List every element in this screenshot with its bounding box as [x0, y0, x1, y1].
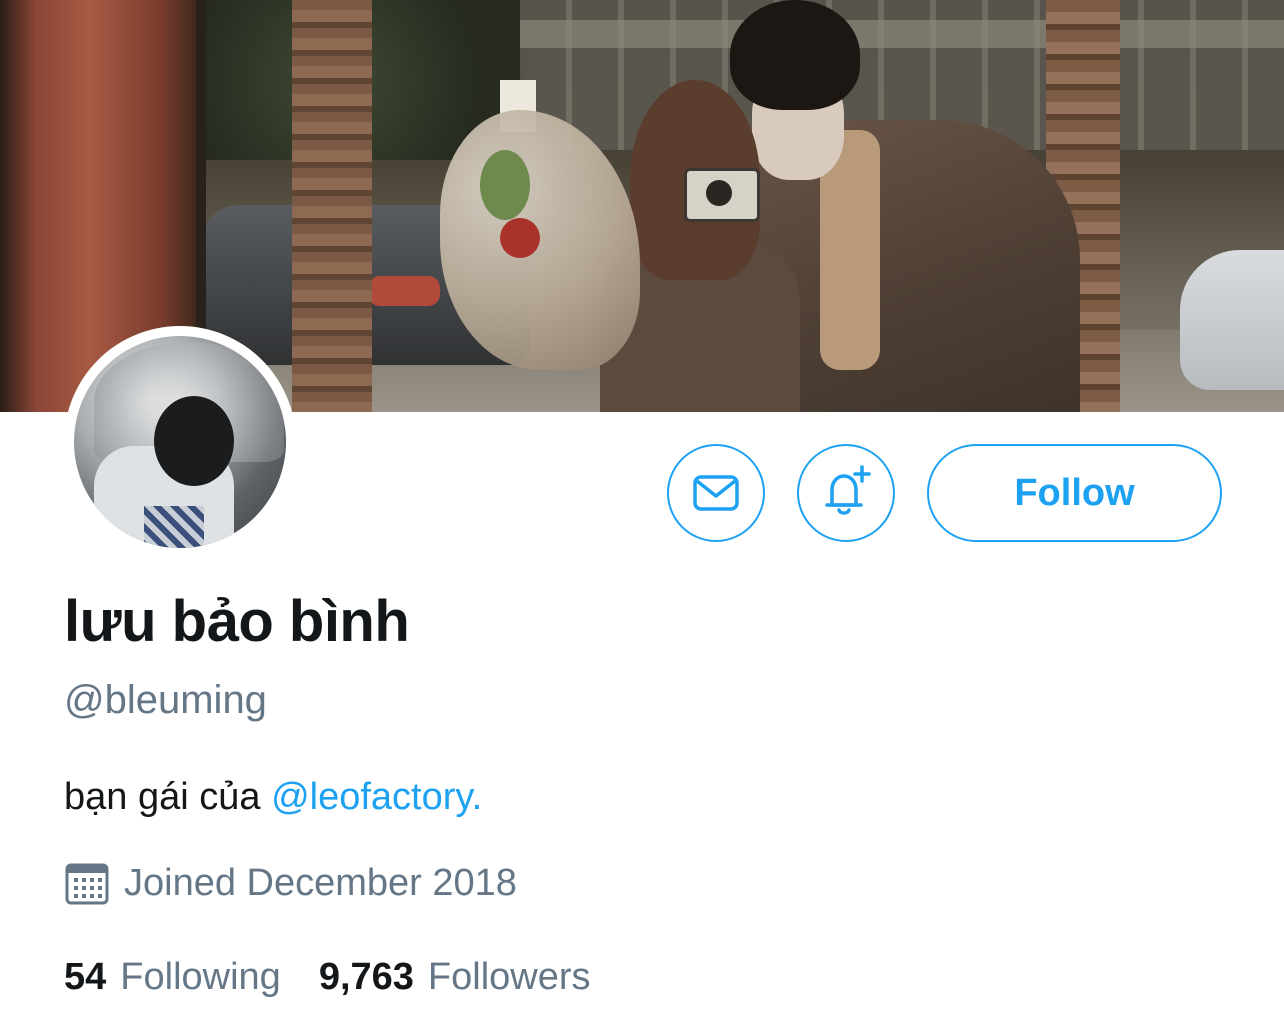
followers-label: Followers: [427, 956, 591, 998]
banner-person-hair: [730, 0, 860, 110]
banner-camera-lens: [706, 180, 732, 206]
username-handle: @bleuming: [64, 678, 267, 722]
follow-button[interactable]: Follow: [927, 444, 1222, 542]
banner-tree-trunk: [292, 0, 372, 412]
joined-text: Joined December 2018: [124, 861, 517, 904]
banner-car-taillight: [368, 276, 440, 306]
banner-bouquet-rose: [500, 218, 540, 258]
joined-date: Joined December 2018: [64, 860, 517, 906]
banner-car-white: [1180, 250, 1284, 390]
display-name: lưu bảo bình: [64, 589, 410, 654]
followers-link[interactable]: 9,763 Followers: [319, 956, 591, 999]
banner-building-band: [520, 20, 1284, 48]
bell-plus-icon: [825, 465, 871, 515]
bio: bạn gái của @leofactory.: [64, 776, 482, 819]
bio-mention-link[interactable]: @leofactory.: [271, 776, 482, 818]
avatar[interactable]: [64, 326, 296, 558]
following-label: Following: [120, 956, 281, 998]
avatar-hair: [154, 396, 234, 486]
mail-icon: [693, 475, 739, 511]
bio-text: bạn gái của: [64, 776, 272, 818]
banner-bouquet-leaves: [480, 150, 530, 220]
following-count: 54: [64, 956, 107, 998]
avatar-tie: [144, 506, 204, 548]
calendar-icon: [65, 863, 109, 905]
notifications-button[interactable]: [797, 444, 895, 542]
profile-stats: 54 Following 9,763 Followers: [64, 956, 591, 999]
message-button[interactable]: [667, 444, 765, 542]
avatar-image: [74, 336, 286, 548]
followers-count: 9,763: [318, 956, 414, 998]
following-link[interactable]: 54 Following: [64, 956, 281, 999]
